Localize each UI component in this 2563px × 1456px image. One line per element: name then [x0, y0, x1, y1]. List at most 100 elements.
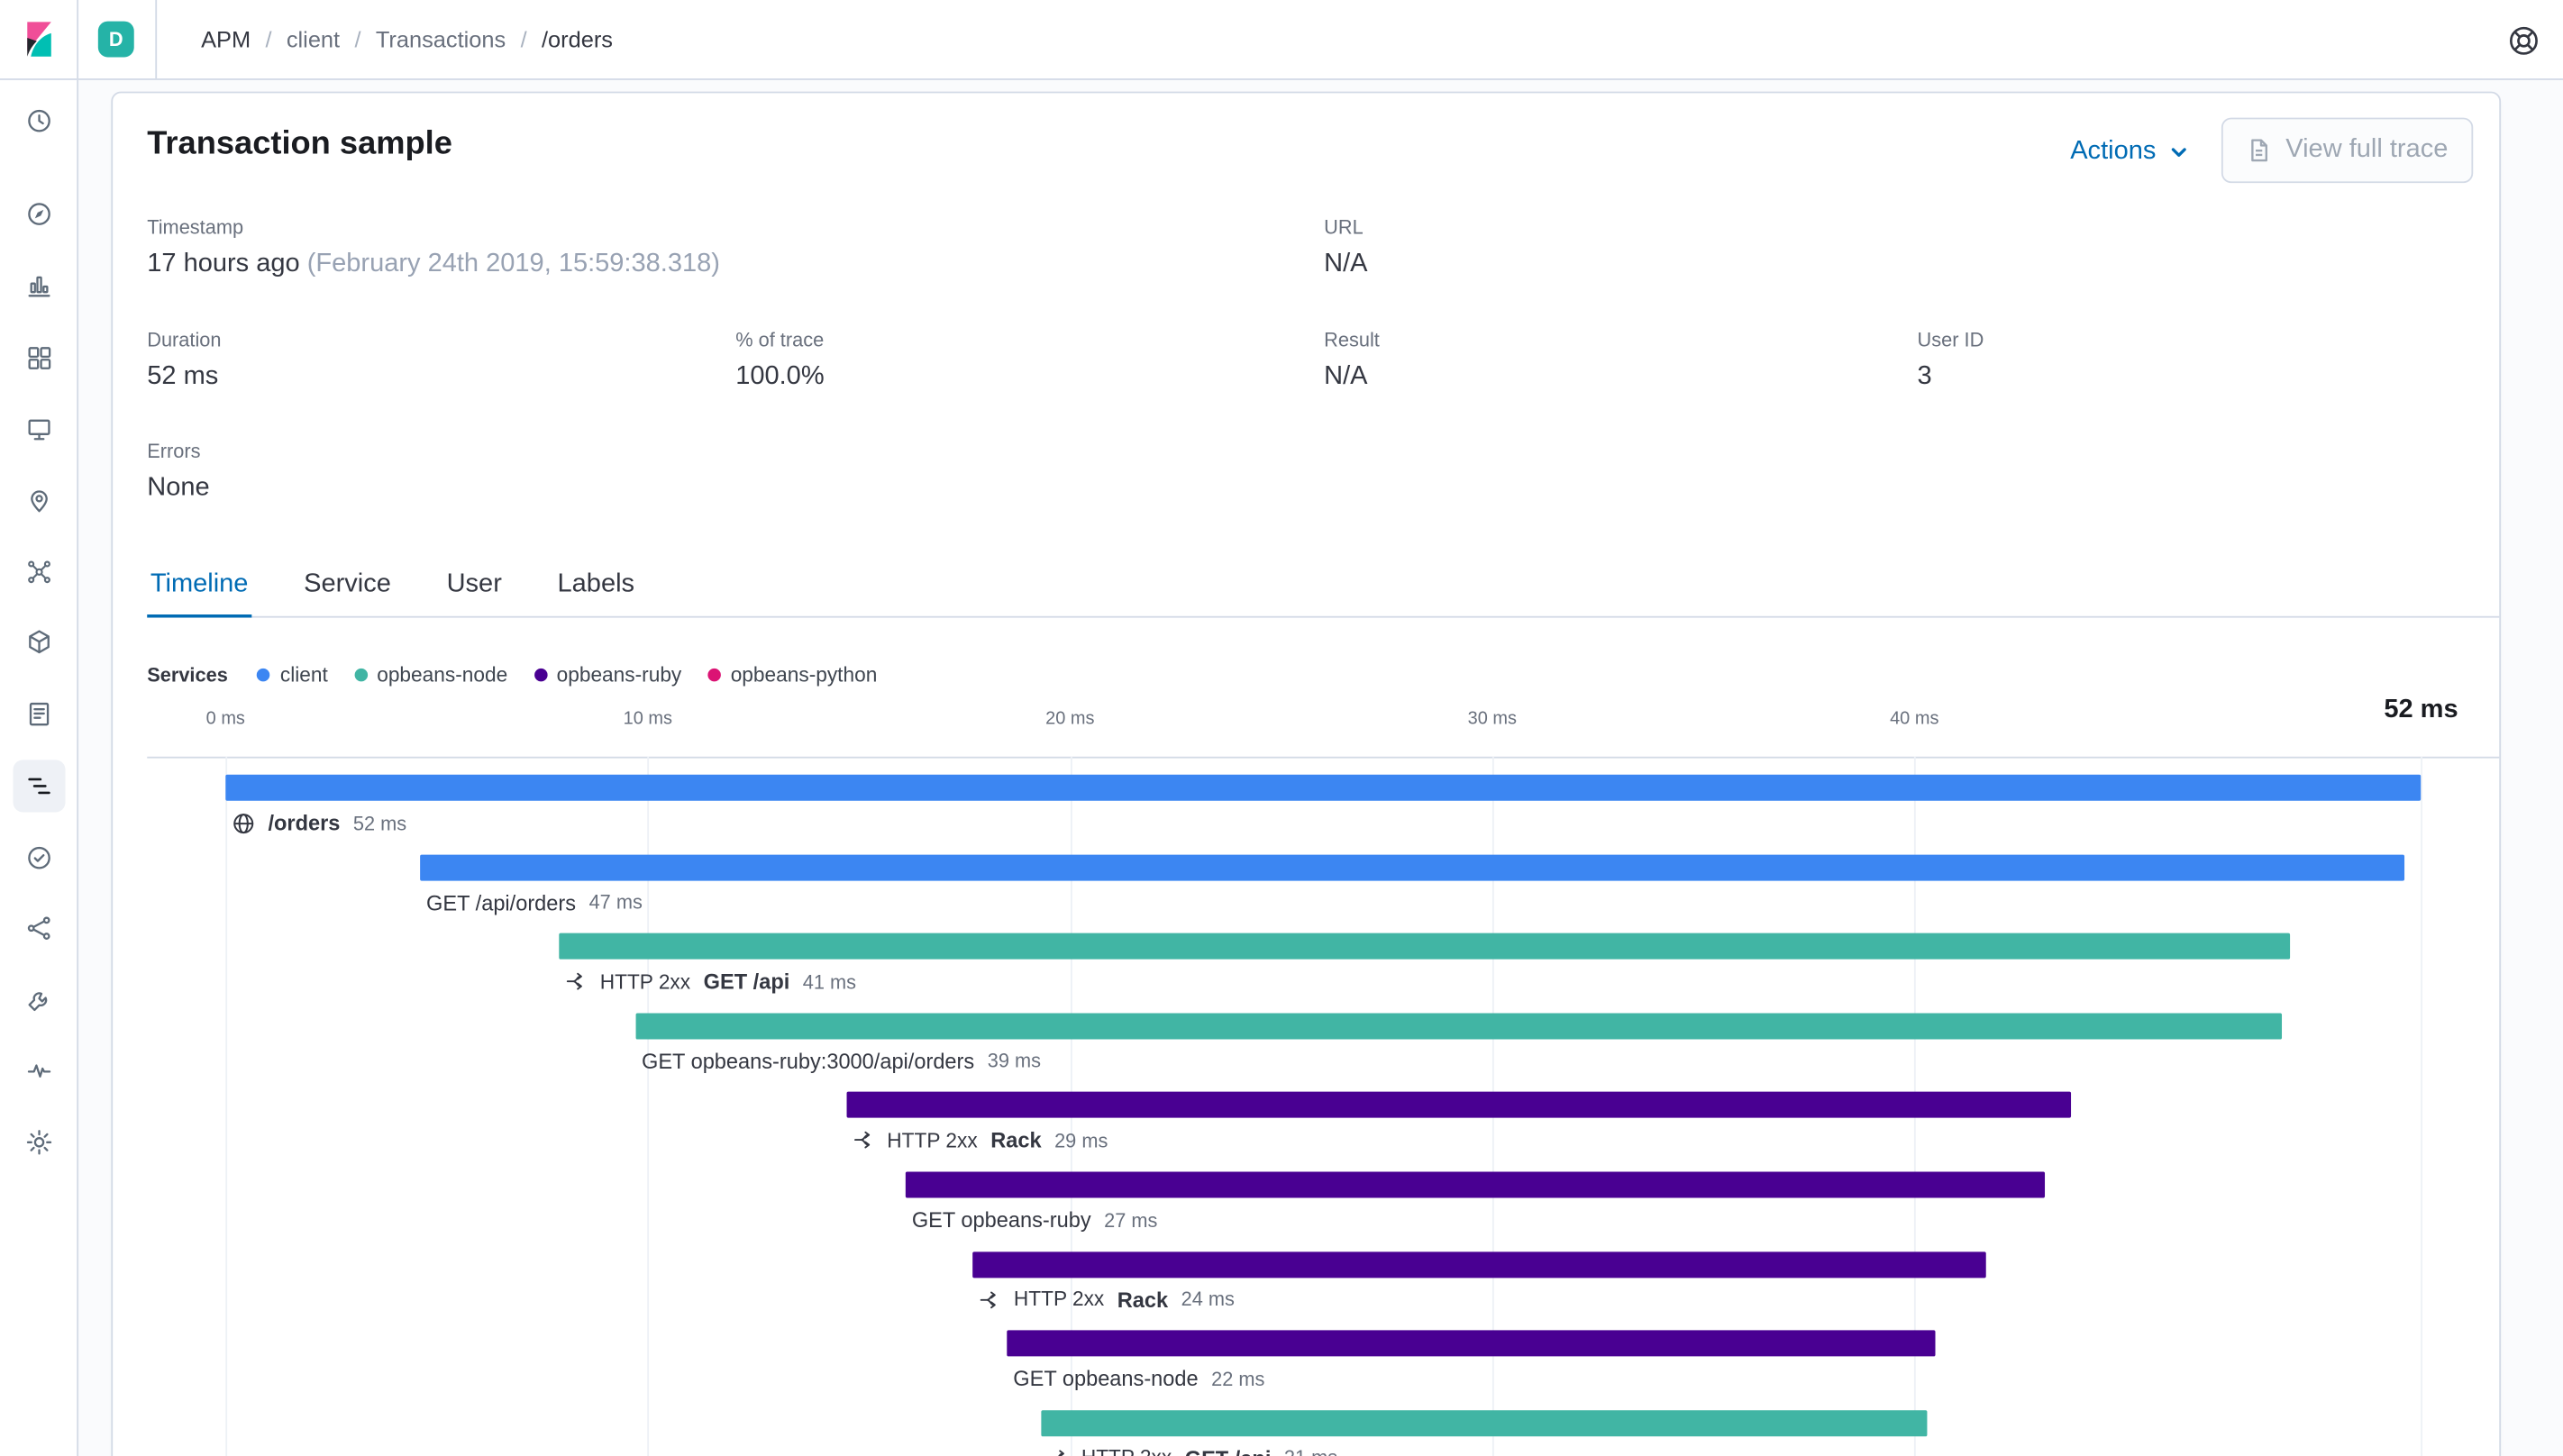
span-duration: 41 ms	[802, 969, 857, 994]
waterfall-bar[interactable]	[972, 1251, 1986, 1278]
axis-tick: 10 ms	[623, 709, 672, 729]
tab-user[interactable]: User	[443, 552, 506, 618]
legend-label: opbeans-ruby	[556, 663, 682, 687]
nav-canvas[interactable]	[14, 404, 66, 456]
axis-tick: 30 ms	[1467, 709, 1517, 729]
nav-management[interactable]	[14, 1116, 66, 1169]
waterfall-bar[interactable]	[905, 1171, 2046, 1198]
nav-dashboard[interactable]	[14, 332, 66, 384]
span-duration: 21 ms	[1284, 1447, 1337, 1456]
span-prefix: HTTP 2xx	[887, 1129, 978, 1152]
legend-title: Services	[147, 663, 228, 687]
nav-recently-viewed[interactable]	[14, 95, 66, 147]
nav-logs[interactable]	[14, 688, 66, 741]
waterfall-bar[interactable]	[225, 774, 2422, 801]
waterfall-bar[interactable]	[1006, 1330, 1936, 1357]
view-full-trace-label: View full trace	[2285, 135, 2449, 164]
ml-icon	[28, 560, 50, 584]
breadcrumb-item-client[interactable]: client	[287, 26, 340, 52]
tab-service[interactable]: Service	[301, 552, 395, 618]
uptime-icon	[28, 846, 50, 869]
legend-dot	[257, 668, 270, 682]
span-duration: 24 ms	[1181, 1288, 1235, 1311]
nav-apm[interactable]	[13, 760, 66, 813]
chevron-down-icon	[2171, 148, 2186, 157]
gear-icon	[26, 1130, 52, 1155]
gridline	[225, 756, 228, 1456]
breadcrumb-item-apm[interactable]: APM	[201, 26, 251, 52]
meta-result: Result N/A	[1324, 329, 1380, 393]
nav-infrastructure[interactable]	[14, 616, 66, 669]
span-name: /orders	[268, 810, 341, 835]
pct-of-trace-label: % of trace	[735, 328, 825, 351]
merge-icon	[981, 1290, 997, 1308]
waterfall-bar[interactable]	[559, 933, 2291, 960]
legend-label: opbeans-node	[377, 663, 508, 687]
legend-item-opbeans-python: opbeans-python	[707, 663, 877, 687]
tab-labels[interactable]: Labels	[554, 552, 638, 618]
nav-monitoring[interactable]	[14, 1044, 66, 1097]
discover-icon	[28, 203, 50, 225]
meta-duration: Duration 52 ms	[147, 329, 221, 393]
nav-dev-tools[interactable]	[14, 974, 66, 1026]
nav-graph[interactable]	[14, 902, 66, 954]
waterfall-bar[interactable]	[845, 1092, 2071, 1119]
nav-machine-learning[interactable]	[14, 546, 66, 598]
timestamp-relative: 17 hours ago	[147, 250, 300, 278]
breadcrumb-separator: /	[265, 26, 272, 53]
document-icon	[2251, 139, 2268, 162]
span-name: Rack	[990, 1128, 1042, 1153]
view-full-trace-button[interactable]: View full trace	[2221, 117, 2474, 184]
legend-items: client opbeans-node opbeans-ruby opbeans-py…	[257, 663, 903, 687]
span-name: GET opbeans-node	[1013, 1366, 1199, 1391]
clock-icon	[28, 109, 50, 132]
nav-visualize[interactable]	[14, 259, 66, 312]
actions-label: Actions	[2070, 137, 2157, 166]
waterfall-label: GET opbeans-ruby 27 ms	[912, 1205, 1158, 1235]
axis-tick: 0 ms	[205, 709, 245, 729]
span-name: GET opbeans-ruby:3000/api/orders	[641, 1049, 975, 1074]
devtools-icon	[28, 992, 48, 1012]
span-duration: 29 ms	[1054, 1129, 1108, 1152]
url-label: URL	[1324, 215, 1364, 239]
legend-dot	[534, 668, 547, 682]
axis-tick: 40 ms	[1890, 709, 1939, 729]
merge-icon	[566, 973, 582, 990]
breadcrumb-item-transactions[interactable]: Transactions	[376, 26, 506, 52]
meta-user-id: User ID 3	[1918, 329, 1984, 393]
transaction-sample-panel: Transaction sample Actions View full tra…	[111, 91, 2502, 1456]
meta-errors: Errors None	[147, 440, 209, 504]
actions-button[interactable]: Actions	[2070, 137, 2192, 167]
space-selector[interactable]: D	[97, 21, 134, 58]
infrastructure-icon	[29, 630, 50, 654]
waterfall-label: GET opbeans-ruby:3000/api/orders 39 ms	[642, 1045, 1041, 1076]
top-bar: D APM / client / Transactions / /orders	[0, 0, 2563, 80]
waterfall-bar[interactable]	[419, 853, 2404, 880]
breadcrumb-item-orders: /orders	[541, 26, 613, 53]
dashboard-icon	[28, 347, 51, 369]
breadcrumb-separator: /	[354, 26, 361, 53]
main-content: Transaction sample Actions View full tra…	[80, 80, 2563, 1456]
span-prefix: HTTP 2xx	[1081, 1447, 1172, 1456]
maps-icon	[31, 490, 48, 513]
waterfall-bar[interactable]	[634, 1013, 2282, 1040]
legend-dot	[707, 668, 721, 682]
services-legend: Services client opbeans-node opbeans-ruby o…	[147, 660, 903, 690]
waterfall-bar[interactable]	[1040, 1409, 1928, 1436]
nav-discover[interactable]	[14, 188, 66, 241]
canvas-icon	[28, 419, 50, 441]
kibana-logo-icon	[26, 22, 50, 57]
nav-maps[interactable]	[14, 474, 66, 526]
page-title: Transaction sample	[147, 125, 452, 162]
visualize-icon	[28, 276, 50, 297]
waterfall-label: HTTP 2xx GET /api 21 ms	[1047, 1442, 1337, 1456]
help-button[interactable]	[2503, 20, 2545, 62]
kibana-logo[interactable]	[0, 0, 79, 79]
result-value: N/A	[1324, 362, 1368, 391]
nav-uptime[interactable]	[14, 832, 66, 884]
tab-timeline[interactable]: Timeline	[147, 552, 251, 618]
span-name: GET /api/orders	[426, 889, 577, 915]
space-initial: D	[108, 27, 123, 51]
axis-total-duration: 52 ms	[2384, 696, 2458, 724]
legend-label: client	[279, 663, 328, 687]
